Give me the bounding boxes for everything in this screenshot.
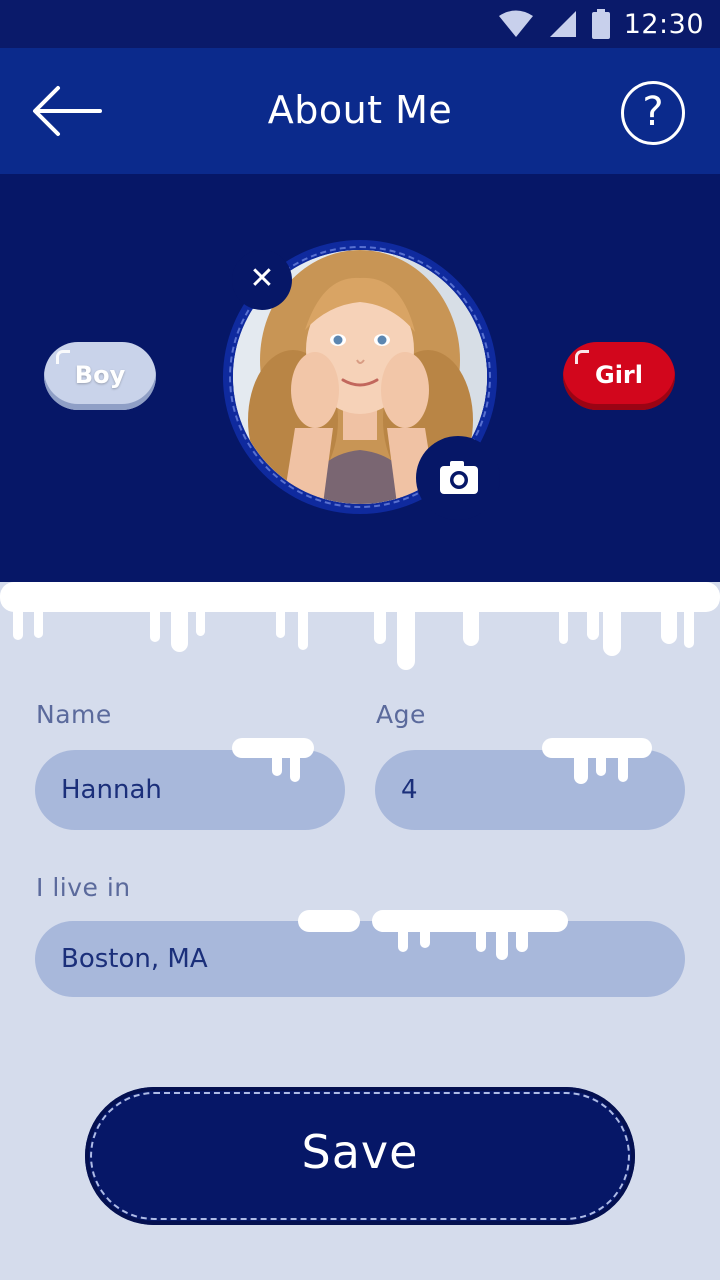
gender-girl-button[interactable]: Girl [563, 342, 675, 410]
save-button[interactable]: Save [85, 1087, 635, 1225]
remove-photo-button[interactable]: ✕ [232, 250, 292, 310]
camera-button[interactable] [416, 436, 500, 520]
back-button[interactable] [30, 82, 104, 140]
shine-highlight [56, 350, 70, 364]
profile-section: Boy ✕ Girl [0, 174, 720, 582]
page-title: About Me [267, 88, 453, 132]
camera-icon [440, 461, 478, 494]
snow-drip-decoration [542, 738, 652, 784]
gender-boy-button[interactable]: Boy [44, 342, 156, 410]
status-clock: 12:30 [623, 8, 704, 40]
snow-drip-decoration [298, 910, 568, 960]
status-bar: 12:30 [0, 0, 720, 48]
help-button[interactable]: ? [621, 81, 685, 145]
arrow-left-icon [33, 86, 102, 136]
save-button-label: Save [301, 1125, 419, 1179]
battery-icon [591, 9, 610, 39]
gender-girl-label: Girl [595, 361, 643, 389]
wifi-icon [498, 10, 533, 37]
name-label: Name [36, 700, 112, 729]
location-label: I live in [36, 873, 131, 902]
app-bar: About Me ? [0, 48, 720, 174]
snow-drip-decoration [232, 738, 314, 782]
shine-highlight [575, 350, 589, 364]
snow-drip-decoration [0, 582, 720, 670]
status-icons: 12:30 [498, 8, 704, 40]
age-label: Age [376, 700, 426, 729]
gender-boy-label: Boy [74, 361, 126, 389]
cellular-signal-icon [549, 11, 576, 37]
